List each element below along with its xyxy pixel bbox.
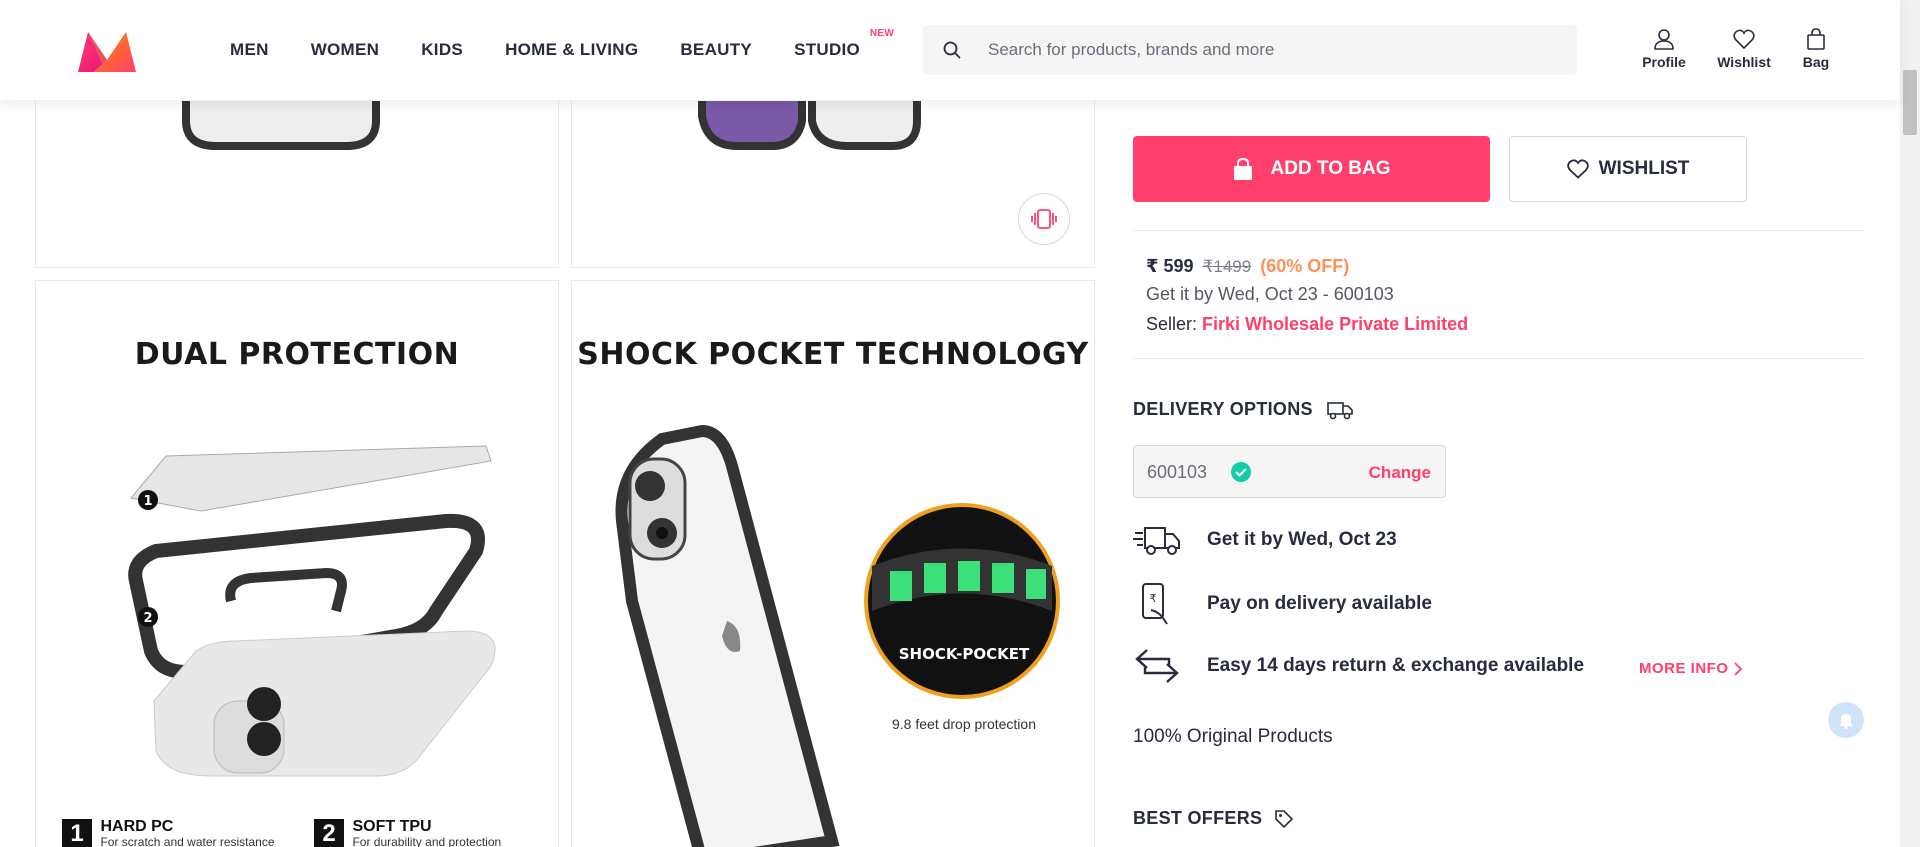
best-offers-title: BEST OFFERS [1133,808,1294,829]
nav-men[interactable]: MEN [230,40,269,60]
nav-women[interactable]: WOMEN [311,40,380,60]
search-icon[interactable] [924,41,980,59]
delivery-truck-icon [1133,524,1207,556]
delivery-info-row: Get it by Wed, Oct 23 [1133,524,1397,556]
add-to-bag-label: ADD TO BAG [1270,158,1391,179]
legend-number: 2 [314,819,344,847]
selling-price: ₹ 599 [1146,256,1194,276]
return-exchange-row: Easy 14 days return & exchange available [1133,646,1584,686]
wishlist-nav-label: Wishlist [1717,54,1771,70]
legend-hard-pc: 1 HARD PC For scratch and water resistan… [62,819,275,847]
shock-pocket-image[interactable]: SHOCK POCKET TECHNOLOGY SHOCK-POCKET [571,280,1095,847]
dual-protection-image[interactable]: DUAL PROTECTION 1 2 1 HARD PC For scratc… [35,280,559,847]
discount-badge: (60% OFF) [1260,256,1350,276]
seller-link[interactable]: Firki Wholesale Private Limited [1202,314,1468,334]
main-nav: MEN WOMEN KIDS HOME & LIVING BEAUTY STUD… [230,0,902,100]
check-circle-icon [1230,461,1252,488]
legend-desc: For durability and protection [352,835,502,847]
chevron-right-icon [1733,661,1742,676]
change-pincode-button[interactable]: Change [1369,463,1431,483]
pincode-value: 600103 [1147,462,1208,482]
original-products-text: 100% Original Products [1133,726,1333,747]
bag-icon [1807,28,1825,50]
view-similar-icon [1031,209,1057,229]
pay-on-delivery-icon: ₹ [1133,582,1207,626]
divider [1133,230,1865,231]
pay-on-delivery-label: Pay on delivery available [1207,593,1432,614]
scrollbar-thumb[interactable] [1903,70,1917,135]
new-badge: NEW [869,28,895,39]
page-scrollbar[interactable] [1900,0,1920,847]
svg-text:₹: ₹ [1150,592,1157,605]
delivery-date-label: Get it by Wed, Oct 23 [1207,529,1397,550]
profile-label: Profile [1642,54,1686,70]
svg-text:1: 1 [143,494,152,509]
svg-text:2: 2 [143,611,152,626]
more-info-link[interactable]: MORE INFO [1639,660,1743,677]
shock-pocket-badge: SHOCK-POCKET [899,645,1030,663]
divider [1133,358,1865,359]
heart-icon [1566,159,1589,179]
myntra-logo[interactable] [74,28,140,76]
return-exchange-icon [1133,646,1207,686]
pincode-field[interactable]: 600103 Change [1133,445,1446,498]
nav-beauty[interactable]: BEAUTY [680,40,752,60]
delivery-estimate: Get it by Wed, Oct 23 - 600103 [1146,284,1394,304]
seller-label: Seller: [1146,314,1198,334]
return-exchange-label: Easy 14 days return & exchange available [1207,655,1585,676]
profile-button[interactable]: Profile [1634,28,1694,70]
bell-icon [1839,714,1853,729]
legend-title: HARD PC [100,818,174,835]
search-bar [923,25,1577,75]
bag-button[interactable]: Bag [1791,28,1841,70]
bag-icon [1233,158,1252,180]
price-row: ₹ 599 ₹1499 (60% OFF) [1146,256,1349,277]
tag-icon [1275,809,1294,828]
add-to-bag-button[interactable]: ADD TO BAG [1133,136,1490,202]
view-similar-button[interactable] [1018,193,1070,245]
nav-studio[interactable]: STUDIO NEW [794,28,894,60]
seller-info: Seller: Firki Wholesale Private Limited [1146,314,1468,335]
mrp-price: ₹1499 [1202,257,1252,276]
wishlist-button[interactable]: WISHLIST [1509,136,1747,202]
profile-icon [1654,29,1674,50]
drop-protection-caption: 9.8 feet drop protection [892,716,1036,732]
wishlist-nav-button[interactable]: Wishlist [1709,28,1779,70]
pay-on-delivery-row: ₹ Pay on delivery available [1133,582,1432,626]
header-actions: Profile Wishlist Bag [1630,28,1841,70]
search-input[interactable] [980,40,1540,60]
heart-icon [1733,29,1755,50]
nav-kids[interactable]: KIDS [421,40,463,60]
truck-icon [1327,401,1353,419]
nav-home-living[interactable]: HOME & LIVING [505,40,638,60]
notification-bell-button[interactable] [1828,702,1864,738]
delivery-options-title: DELIVERY OPTIONS [1133,399,1353,420]
legend-soft-tpu: 2 SOFT TPU For durability and protection [314,819,501,847]
wishlist-label: WISHLIST [1598,158,1690,179]
legend-number: 1 [62,819,92,847]
legend-desc: For scratch and water resistance [100,835,275,847]
legend-title: SOFT TPU [352,818,432,835]
top-header: MEN WOMEN KIDS HOME & LIVING BEAUTY STUD… [0,0,1900,100]
bag-label: Bag [1802,54,1830,70]
